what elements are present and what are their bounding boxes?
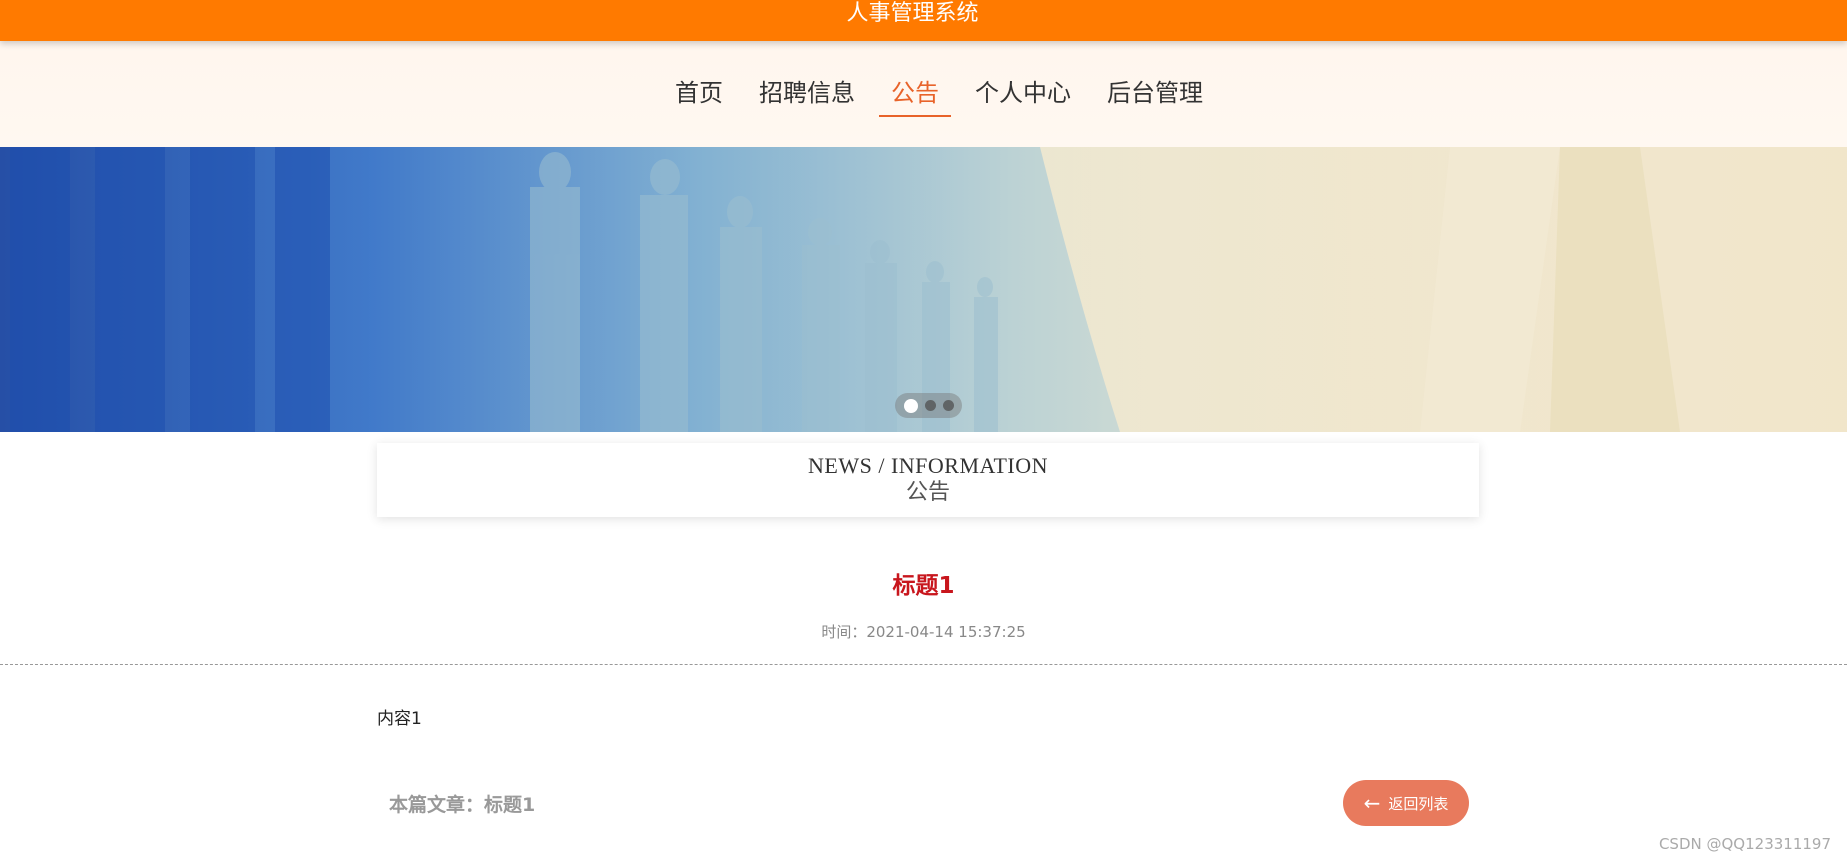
article-time: 时间：2021-04-14 15:37:25 bbox=[821, 623, 1026, 641]
section-header: NEWS / INFORMATION 公告 bbox=[377, 443, 1479, 517]
nav-item-home[interactable]: 首页 bbox=[675, 73, 723, 113]
nav-item-announcements[interactable]: 公告 bbox=[879, 73, 951, 117]
carousel-indicator bbox=[895, 393, 962, 418]
banner-carousel bbox=[0, 147, 1847, 432]
watermark: CSDN @QQ123311197 bbox=[1658, 835, 1831, 853]
banner-image bbox=[0, 147, 1847, 432]
section-title-en: NEWS / INFORMATION bbox=[808, 453, 1048, 478]
article-title: 标题1 bbox=[892, 573, 955, 599]
carousel-dot-2[interactable] bbox=[924, 400, 936, 411]
app-title: 人事管理系统 bbox=[846, 1, 979, 26]
section-title-cn: 公告 bbox=[905, 479, 950, 504]
current-article-label: 本篇文章：标题1 bbox=[389, 794, 536, 816]
nav-item-recruitment[interactable]: 招聘信息 bbox=[759, 73, 855, 113]
nav-item-personal-center[interactable]: 个人中心 bbox=[975, 73, 1071, 113]
app-header: 人事管理系统 bbox=[0, 0, 1847, 41]
carousel-dot-1[interactable] bbox=[903, 398, 918, 413]
back-to-list-button[interactable]: ← 返回列表 bbox=[1343, 780, 1469, 826]
main-nav: 首页 招聘信息 公告 个人中心 后台管理 bbox=[675, 73, 1239, 117]
divider bbox=[0, 664, 1847, 665]
arrow-left-icon: ← bbox=[1363, 791, 1381, 815]
article-content: 内容1 bbox=[377, 709, 422, 729]
back-to-list-label: 返回列表 bbox=[1388, 794, 1449, 813]
carousel-dot-3[interactable] bbox=[942, 400, 954, 411]
nav-item-admin[interactable]: 后台管理 bbox=[1107, 73, 1203, 113]
